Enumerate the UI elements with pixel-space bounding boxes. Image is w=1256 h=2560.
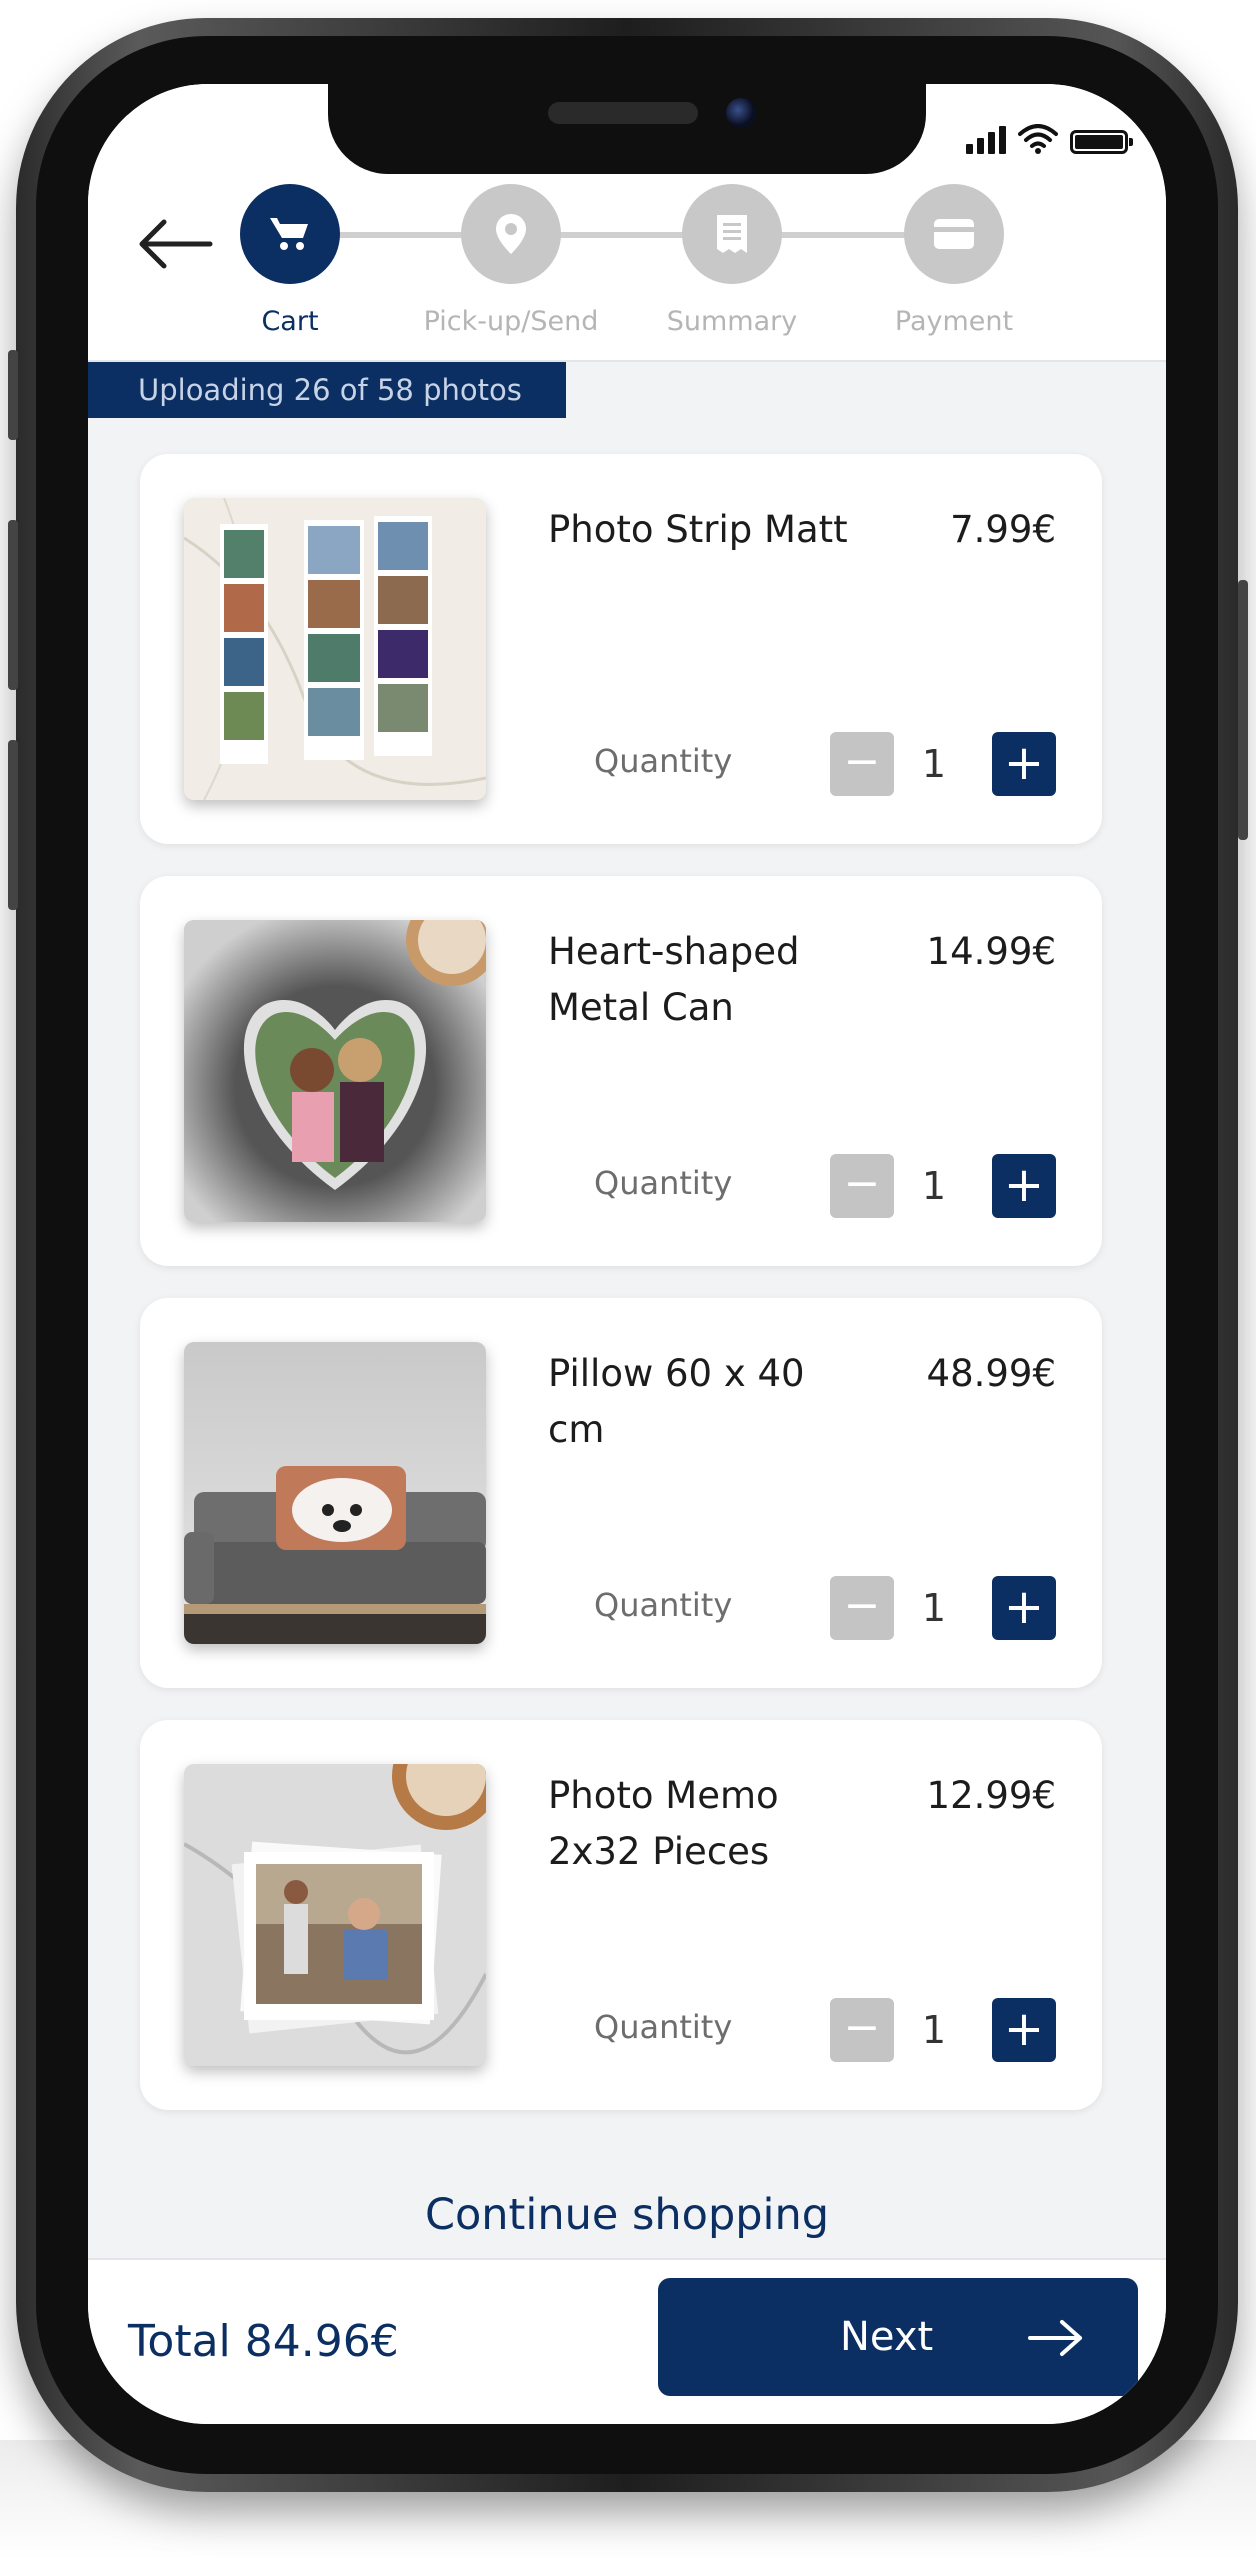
product-price: 14.99€ (926, 930, 1056, 973)
increase-quantity-button[interactable]: + (992, 1576, 1056, 1640)
step-summary[interactable]: Summary (632, 184, 832, 337)
order-total: Total 84.96€ (128, 2316, 399, 2367)
decrease-quantity-button[interactable]: − (830, 1154, 894, 1218)
quantity-value: 1 (921, 742, 947, 786)
product-image (184, 1764, 486, 2066)
battery-icon (1070, 130, 1133, 154)
product-name: Pillow 60 x 40 cm (548, 1352, 805, 1451)
step-pickup-send[interactable]: Pick-up/Send (411, 184, 611, 337)
receipt-icon (717, 215, 747, 253)
decrease-quantity-button[interactable]: − (830, 1998, 894, 2062)
quantity-value: 1 (921, 2008, 947, 2052)
speaker-grille (548, 102, 698, 124)
step-label: Summary (666, 306, 798, 337)
product-name: Heart-shaped Metal Can (548, 930, 800, 1029)
product-name: Photo Memo 2x32 Pieces (548, 1774, 779, 1873)
cart-item: Photo Memo 2x32 Pieces 12.99€ Quantity −… (140, 1720, 1102, 2110)
cart-item: Heart-shaped Metal Can 14.99€ Quantity −… (140, 876, 1102, 1266)
step-label: Payment (894, 306, 1014, 337)
phone-notch (328, 84, 926, 174)
decrease-quantity-button[interactable]: − (830, 1576, 894, 1640)
arrow-right-icon (1028, 2320, 1082, 2356)
checkout-footer: Total 84.96€ Next (88, 2258, 1166, 2424)
quantity-value: 1 (921, 1164, 947, 1208)
step-payment[interactable]: Payment (854, 184, 1054, 337)
quantity-value: 1 (921, 1586, 947, 1630)
wifi-icon (1018, 124, 1058, 154)
side-button-mute (8, 350, 18, 440)
quantity-label: Quantity (594, 742, 733, 780)
increase-quantity-button[interactable]: + (992, 1998, 1056, 2062)
side-button-power (1238, 580, 1248, 840)
next-button-label: Next (840, 2314, 934, 2360)
continue-shopping-link[interactable]: Continue shopping (88, 2190, 1166, 2240)
cart-item: Photo Strip Matt 7.99€ Quantity − 1 + (140, 454, 1102, 844)
side-button-volume-up (8, 520, 18, 690)
product-name: Photo Strip Matt (548, 508, 848, 551)
cart-item: Pillow 60 x 40 cm 48.99€ Quantity − 1 + (140, 1298, 1102, 1688)
upload-progress-banner: Uploading 26 of 58 photos (88, 362, 566, 418)
product-image (184, 920, 486, 1222)
step-label: Pick-up/Send (423, 306, 599, 337)
quantity-label: Quantity (594, 2008, 733, 2046)
cart-icon (270, 218, 308, 250)
decrease-quantity-button[interactable]: − (830, 732, 894, 796)
quantity-label: Quantity (594, 1586, 733, 1624)
increase-quantity-button[interactable]: + (992, 732, 1056, 796)
phone-screen: Cart Pick-up/Send Summary Payment Upload… (88, 84, 1166, 2424)
cellular-signal-icon (966, 126, 1006, 154)
product-image (184, 1342, 486, 1644)
front-camera (726, 98, 756, 128)
increase-quantity-button[interactable]: + (992, 1154, 1056, 1218)
credit-card-icon (934, 219, 974, 249)
product-image (184, 498, 486, 800)
product-price: 48.99€ (926, 1352, 1056, 1395)
quantity-label: Quantity (594, 1164, 733, 1202)
step-label: Cart (261, 306, 319, 337)
product-price: 12.99€ (926, 1774, 1056, 1817)
location-pin-icon (496, 214, 526, 254)
product-price: 7.99€ (950, 508, 1056, 551)
side-button-volume-down (8, 740, 18, 910)
status-bar (966, 124, 1133, 154)
step-cart[interactable]: Cart (190, 184, 390, 337)
next-button[interactable]: Next (658, 2278, 1138, 2396)
